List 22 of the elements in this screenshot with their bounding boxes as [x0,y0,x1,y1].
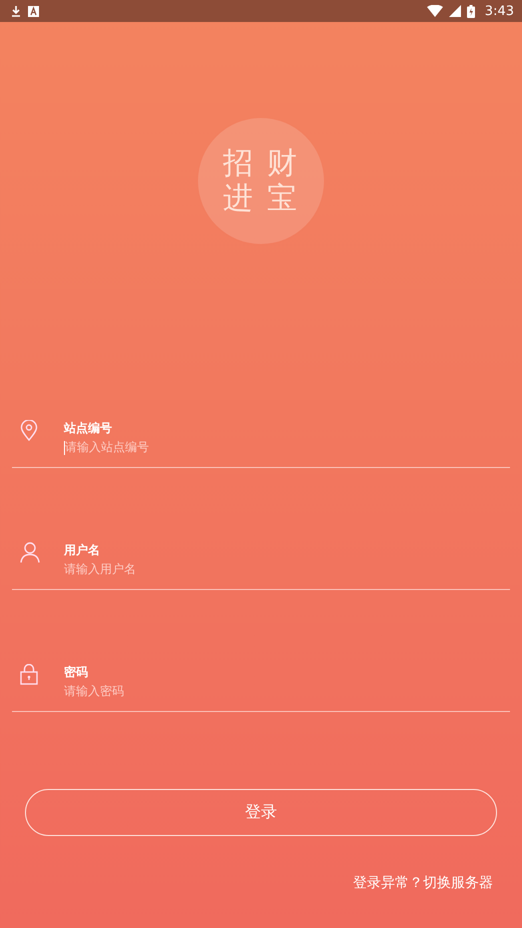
field-label: 用户名 [64,542,101,559]
battery-icon [466,4,475,18]
input-field[interactable]: 站点编号 请输入站点编号 [12,420,510,468]
input-field[interactable]: 用户名 请输入用户名 [12,542,510,590]
location-pin-icon [20,420,38,441]
field-placeholder: 请输入站点编号 [65,439,149,456]
login-button[interactable]: 登录 [25,789,497,836]
field-label: 站点编号 [64,420,113,437]
download-icon [10,5,22,17]
input-field[interactable]: 密码 请输入密码 [12,664,510,712]
switch-server-link[interactable]: 登录异常？切换服务器 [353,874,493,892]
lock-icon [20,664,38,685]
field-placeholder: 请输入密码 [64,683,124,700]
wifi-icon [426,5,443,17]
logo-text: 进 宝 [223,182,299,215]
signal-icon [448,5,461,17]
status-time: 3:43 [484,4,514,18]
user-icon [20,542,40,563]
field-placeholder: 请输入用户名 [64,561,136,578]
logo-text: 招 财 [223,147,299,180]
notification-icon [28,6,39,16]
field-label: 密码 [64,664,89,681]
